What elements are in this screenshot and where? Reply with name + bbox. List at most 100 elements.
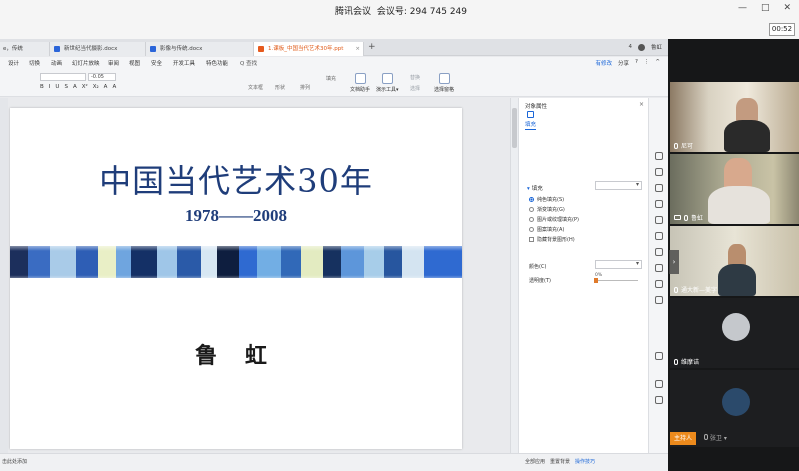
font-color-button[interactable]: A xyxy=(104,84,108,90)
slide-scrollbar[interactable] xyxy=(510,98,518,458)
menu-animation[interactable]: 动画 xyxy=(51,59,62,67)
radio-selected[interactable] xyxy=(529,197,534,202)
mic-icon xyxy=(684,214,688,221)
slider-knob[interactable] xyxy=(594,278,598,283)
participant-tile[interactable]: 尼可 xyxy=(670,82,799,152)
radio[interactable] xyxy=(529,227,534,232)
layout-icon[interactable] xyxy=(655,184,663,192)
option-hide-background[interactable]: 隐藏背景图形(H) xyxy=(529,236,575,243)
color-dropdown[interactable] xyxy=(595,260,642,269)
slide-years[interactable]: 1978——2008 xyxy=(10,206,462,226)
highlight-button[interactable]: A xyxy=(112,84,116,90)
checkbox[interactable] xyxy=(529,237,534,242)
select-button[interactable]: 选择 xyxy=(410,85,420,92)
image-icon[interactable] xyxy=(655,200,663,208)
user-name[interactable]: 鲁虹 xyxy=(651,43,662,51)
transparency-slider[interactable] xyxy=(594,278,638,283)
scrollbar-thumb[interactable] xyxy=(512,108,517,148)
tab-image-tradition[interactable]: 影像与传统.docx xyxy=(146,42,254,56)
bookmark-icon[interactable] xyxy=(655,264,663,272)
fill-section-header[interactable]: ▾ 填充 xyxy=(527,184,543,192)
slide-canvas[interactable]: 中国当代艺术30年 1978——2008 鲁 虹 xyxy=(10,108,462,449)
object-pane-icon[interactable] xyxy=(655,248,663,256)
menu-features[interactable]: 特色功能 xyxy=(206,59,228,67)
present-tools-button[interactable]: 演示工具▾ xyxy=(376,73,399,93)
slide-author[interactable]: 鲁 虹 xyxy=(10,338,462,370)
radio[interactable] xyxy=(529,207,534,212)
menu-slideshow[interactable]: 幻灯片放映 xyxy=(72,59,100,67)
menu-design[interactable]: 设计 xyxy=(8,59,19,67)
add-notes-hint[interactable]: 击此处添加 xyxy=(2,458,27,465)
arrange-button[interactable]: 排列 xyxy=(300,84,310,91)
slide-title[interactable]: 中国当代艺术30年 xyxy=(10,156,462,202)
font-name-field[interactable] xyxy=(40,73,86,81)
close-icon[interactable]: × xyxy=(639,101,644,108)
menu-dev-tools[interactable]: 开发工具 xyxy=(173,59,195,67)
option-solid-fill[interactable]: 纯色填充(S) xyxy=(529,196,564,203)
text-shadow-button[interactable]: A xyxy=(73,84,77,90)
option-picture-fill[interactable]: 图片或纹理填充(P) xyxy=(529,216,579,223)
participant-tile[interactable]: 通大新—美字 xyxy=(670,226,799,296)
menu-search[interactable]: Q 查找 xyxy=(240,59,257,67)
menu-review[interactable]: 审阅 xyxy=(108,59,119,67)
settings-icon[interactable] xyxy=(655,396,663,404)
locate-icon[interactable] xyxy=(655,352,663,360)
bold-button[interactable]: B xyxy=(40,84,44,90)
radio[interactable] xyxy=(529,217,534,222)
participant-video xyxy=(718,264,756,296)
fill-button[interactable]: 填充 xyxy=(326,75,336,82)
share-icon[interactable] xyxy=(655,296,663,304)
collapse-video-panel-button[interactable]: › xyxy=(669,250,679,274)
font-size-field[interactable]: -0.05 xyxy=(88,73,116,81)
option-pattern-fill[interactable]: 图案填充(A) xyxy=(529,226,564,233)
close-tab-icon[interactable]: × xyxy=(355,42,360,56)
reset-background-button[interactable]: 重置背景 xyxy=(550,458,570,465)
more-button[interactable]: ⋮ xyxy=(644,59,650,67)
menu-security[interactable]: 安全 xyxy=(151,59,162,67)
minimize-button[interactable]: — xyxy=(738,3,747,13)
tips-link[interactable]: 操作技巧 xyxy=(575,458,595,465)
participant-video xyxy=(724,120,770,152)
subscript-button[interactable]: X₂ xyxy=(93,84,99,90)
window-count-badge[interactable]: 4 xyxy=(628,44,632,50)
tab-new-century-photo[interactable]: 新世纪当代摄影.docx xyxy=(50,42,146,56)
fill-type-dropdown[interactable] xyxy=(595,181,642,190)
apply-all-button[interactable]: 全部应用 xyxy=(525,458,545,465)
help-icon[interactable] xyxy=(655,380,663,388)
participant-tile[interactable]: 维摩诘 xyxy=(670,298,799,368)
participant-tile[interactable] xyxy=(670,370,799,432)
textbox-button[interactable]: 文本框 xyxy=(248,84,263,91)
superscript-button[interactable]: X² xyxy=(82,84,88,90)
chevron-down-icon[interactable]: ▾ xyxy=(724,435,727,442)
magic-icon[interactable] xyxy=(655,168,663,176)
add-tab-button[interactable]: + xyxy=(368,42,376,52)
stats-icon[interactable] xyxy=(655,232,663,240)
user-avatar[interactable] xyxy=(637,43,645,51)
edit-state-indicator[interactable]: 有修改 xyxy=(595,59,612,67)
replace-button[interactable]: 替换 xyxy=(410,74,420,81)
select-pane-button[interactable]: 选择窗格 xyxy=(434,73,454,93)
close-button[interactable]: ✕ xyxy=(783,3,791,13)
menu-transition[interactable]: 切换 xyxy=(29,59,40,67)
host-row[interactable]: 主持人 张卫 ▾ xyxy=(670,432,799,447)
tab-active-ppt[interactable]: 1.课板_中国当代艺术30年.ppt × xyxy=(254,42,364,56)
tab-traditional[interactable]: e，传统 xyxy=(0,42,50,56)
underline-button[interactable]: U xyxy=(55,84,59,90)
animation-icon[interactable] xyxy=(655,280,663,288)
italic-button[interactable]: I xyxy=(49,84,51,90)
tab-fill[interactable]: 填充 xyxy=(525,120,537,130)
participant-tile[interactable]: 鲁虹 xyxy=(670,154,799,224)
strikethrough-button[interactable]: S xyxy=(64,84,68,90)
option-gradient-fill[interactable]: 渐变填充(G) xyxy=(529,206,565,213)
collapse-ribbon-button[interactable]: ^ xyxy=(655,59,660,67)
doc-helper-button[interactable]: 文档助手 xyxy=(350,73,370,93)
slide-thumbnail-column[interactable] xyxy=(0,98,8,458)
share-button[interactable]: 分享 xyxy=(618,59,629,67)
menu-view[interactable]: 视图 xyxy=(129,59,140,67)
properties-icon[interactable] xyxy=(655,152,663,160)
shape-button[interactable]: 形状 xyxy=(275,84,285,91)
maximize-button[interactable]: □ xyxy=(761,3,770,13)
help-button[interactable]: ? xyxy=(635,59,638,67)
participant-video xyxy=(736,98,758,122)
chart-icon[interactable] xyxy=(655,216,663,224)
